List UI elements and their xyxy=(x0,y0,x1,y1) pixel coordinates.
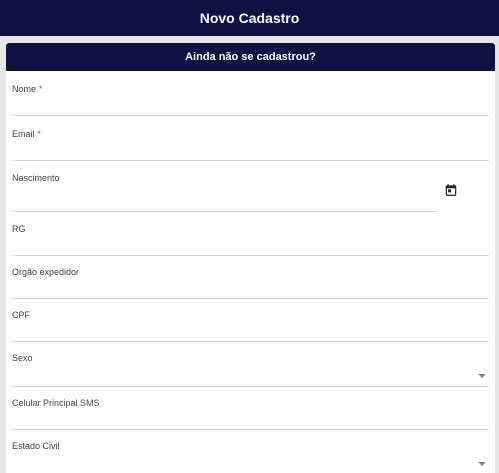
chevron-down-icon xyxy=(478,462,486,466)
name-field[interactable]: Nome * xyxy=(12,84,489,116)
cpf-underline xyxy=(12,341,489,342)
rg-underline xyxy=(12,255,489,256)
registration-card: Ainda não se cadastrou? Nome * Email * Nas… xyxy=(6,43,495,473)
marital-status-select[interactable]: Estado Civil xyxy=(12,441,489,473)
mobile-phone-field[interactable]: Celular Principal SMS xyxy=(12,398,489,430)
issuing-agency-field[interactable]: Orgão expedidor xyxy=(12,267,489,299)
birthdate-label: Nascimento xyxy=(12,173,60,183)
issuing-agency-label: Orgão expedidor xyxy=(12,267,80,277)
email-field[interactable]: Email * xyxy=(12,129,489,161)
name-label: Nome xyxy=(12,84,37,94)
marital-status-label: Estado Civil xyxy=(12,441,60,451)
birthdate-field[interactable]: Nascimento xyxy=(12,173,438,213)
mobile-phone-underline xyxy=(12,429,489,430)
card-title: Ainda não se cadastrou? xyxy=(185,51,316,63)
required-marker: * xyxy=(39,84,43,94)
cpf-label: CPF xyxy=(12,310,30,320)
birthdate-underline xyxy=(12,211,438,212)
email-underline xyxy=(12,160,489,161)
rg-label: RG xyxy=(12,224,26,234)
app-header: Novo Cadastro xyxy=(0,0,499,36)
gender-select[interactable]: Sexo xyxy=(12,353,489,387)
name-underline xyxy=(12,115,489,116)
page-title: Novo Cadastro xyxy=(199,10,300,26)
calendar-icon[interactable] xyxy=(444,183,458,197)
chevron-down-icon xyxy=(478,374,486,378)
gender-underline xyxy=(12,386,489,387)
email-label: Email xyxy=(12,129,35,139)
card-header: Ainda não se cadastrou? xyxy=(6,43,495,71)
required-marker: * xyxy=(37,129,42,139)
issuing-agency-underline xyxy=(12,298,489,299)
cpf-field[interactable]: CPF xyxy=(12,310,489,342)
gender-label: Sexo xyxy=(12,353,33,363)
mobile-phone-label: Celular Principal SMS xyxy=(12,398,100,408)
rg-field[interactable]: RG xyxy=(12,224,489,256)
